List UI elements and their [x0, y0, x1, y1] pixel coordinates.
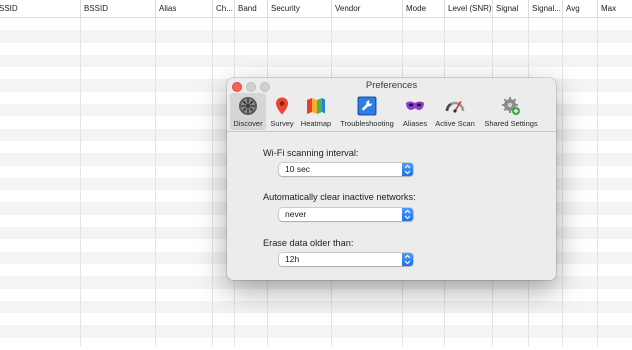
discover-icon	[239, 97, 257, 115]
scan-interval-label: Wi-Fi scanning interval:	[263, 148, 359, 158]
title-bar[interactable]: Preferences	[227, 78, 556, 94]
gauge-icon	[445, 101, 465, 113]
tab-active-scan[interactable]: Active Scan	[431, 93, 479, 130]
auto-clear-value: never	[285, 209, 307, 219]
tab-survey[interactable]: Survey	[267, 93, 297, 130]
column-header-signal-history[interactable]: Signal...	[528, 0, 562, 17]
window-title: Preferences	[365, 80, 418, 91]
column-header-avg[interactable]: Avg	[562, 0, 597, 17]
preferences-window: Preferences Discover Survey Heatmap Trou…	[227, 78, 556, 280]
column-divider	[562, 18, 563, 346]
column-divider	[597, 18, 598, 346]
column-header-alias[interactable]: Alias	[155, 0, 212, 17]
tab-label: Troubleshooting	[340, 119, 394, 128]
table-row[interactable]	[0, 42, 632, 55]
column-divider	[155, 18, 156, 346]
column-divider	[80, 18, 81, 346]
tab-label: Discover	[233, 119, 263, 128]
tab-label: Shared Settings	[484, 119, 538, 128]
mask-icon	[406, 101, 424, 110]
updown-chevron-icon	[402, 208, 413, 221]
tab-heatmap[interactable]: Heatmap	[297, 93, 335, 130]
column-header-max[interactable]: Max	[597, 0, 632, 17]
erase-data-label: Erase data older than:	[263, 238, 354, 248]
preferences-toolbar: Discover Survey Heatmap Troubleshooting …	[227, 93, 556, 132]
table-row[interactable]	[0, 54, 632, 68]
tab-label: Aliases	[402, 119, 428, 128]
column-header-security[interactable]: Security	[267, 0, 331, 17]
table-row[interactable]	[0, 337, 632, 350]
heatmap-icon	[307, 98, 325, 114]
tab-shared-settings[interactable]: Shared Settings	[480, 93, 542, 130]
table-row[interactable]	[0, 313, 632, 326]
column-header-bssid[interactable]: BSSID	[80, 0, 155, 17]
column-header-mode[interactable]: Mode	[402, 0, 444, 17]
column-header-vendor[interactable]: Vendor	[331, 0, 402, 17]
auto-clear-popup[interactable]: never	[279, 208, 413, 221]
discover-settings-pane: Wi-Fi scanning interval: 10 sec Automati…	[227, 132, 556, 280]
tab-label: Survey	[270, 119, 294, 128]
wrench-icon	[357, 96, 377, 116]
table-header: SSID BSSID Alias Ch... Band Security Ven…	[0, 0, 632, 18]
column-header-ssid[interactable]: SSID	[0, 0, 80, 17]
table-row[interactable]	[0, 18, 632, 31]
updown-chevron-icon	[402, 253, 413, 266]
auto-clear-label: Automatically clear inactive networks:	[263, 192, 416, 202]
shared-settings-gear-icon	[502, 97, 520, 115]
table-row[interactable]	[0, 300, 632, 314]
tab-label: Heatmap	[300, 119, 332, 128]
tab-discover[interactable]: Discover	[230, 93, 266, 130]
column-header-channel[interactable]: Ch...	[212, 0, 234, 17]
survey-pin-icon	[276, 97, 288, 115]
column-divider	[212, 18, 213, 346]
scan-interval-popup[interactable]: 10 sec	[279, 163, 413, 176]
erase-data-value: 12h	[285, 254, 300, 264]
updown-chevron-icon	[402, 163, 413, 176]
scan-interval-value: 10 sec	[285, 164, 311, 174]
table-row[interactable]	[0, 325, 632, 338]
column-header-signal[interactable]: Signal	[492, 0, 528, 17]
table-row[interactable]	[0, 30, 632, 43]
column-header-level-snr[interactable]: Level (SNR)	[444, 0, 492, 17]
column-header-band[interactable]: Band	[234, 0, 267, 17]
tab-label: Active Scan	[435, 119, 475, 128]
tab-aliases[interactable]: Aliases	[400, 93, 430, 130]
table-row[interactable]	[0, 288, 632, 301]
tab-troubleshooting[interactable]: Troubleshooting	[336, 93, 398, 130]
erase-data-popup[interactable]: 12h	[279, 253, 413, 266]
